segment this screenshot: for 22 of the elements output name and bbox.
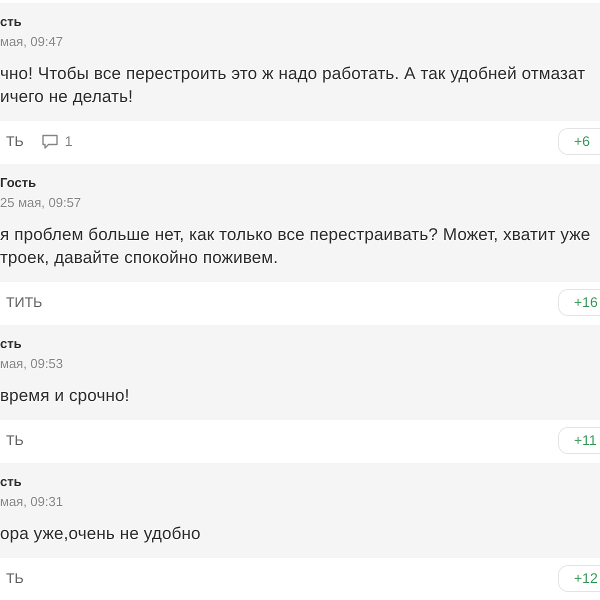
reply-link[interactable]: ТЬ — [0, 131, 24, 151]
comment-date: мая, 09:47 — [0, 33, 63, 51]
comment-text: время и срочно! — [0, 385, 130, 407]
comment-text: чно! Чтобы все перестроить это ж надо работать. А так удобней отмазат ичего не делать! — [0, 63, 586, 108]
comment-date: мая, 09:53 — [0, 355, 63, 373]
vote-button[interactable]: +12 — [558, 564, 600, 592]
replies-button[interactable]: 1 — [42, 131, 73, 151]
author-name: Гость — [0, 174, 36, 192]
reply-link[interactable]: ТИТЬ — [0, 292, 42, 312]
comment-date: 25 мая, 09:57 — [0, 194, 82, 212]
comment-text: ора уже,очень не удобно — [0, 523, 201, 545]
author-name: сть — [0, 335, 22, 353]
author-name: сть — [0, 473, 22, 491]
vote-button[interactable]: +16 — [558, 288, 600, 316]
speech-bubble-icon — [42, 134, 58, 148]
vote-button[interactable]: +11 — [558, 426, 600, 454]
vote-button[interactable]: +6 — [558, 128, 600, 154]
author-name: сть — [0, 13, 22, 31]
reply-link[interactable]: ТЬ — [0, 568, 24, 588]
comment-text: я проблем больше нет, как только все перестраивать? Может, хватит уже троек, давайте спокойно поживем. — [0, 224, 590, 269]
comment-date: мая, 09:31 — [0, 493, 63, 511]
reply-link[interactable]: ТЬ — [0, 430, 24, 450]
